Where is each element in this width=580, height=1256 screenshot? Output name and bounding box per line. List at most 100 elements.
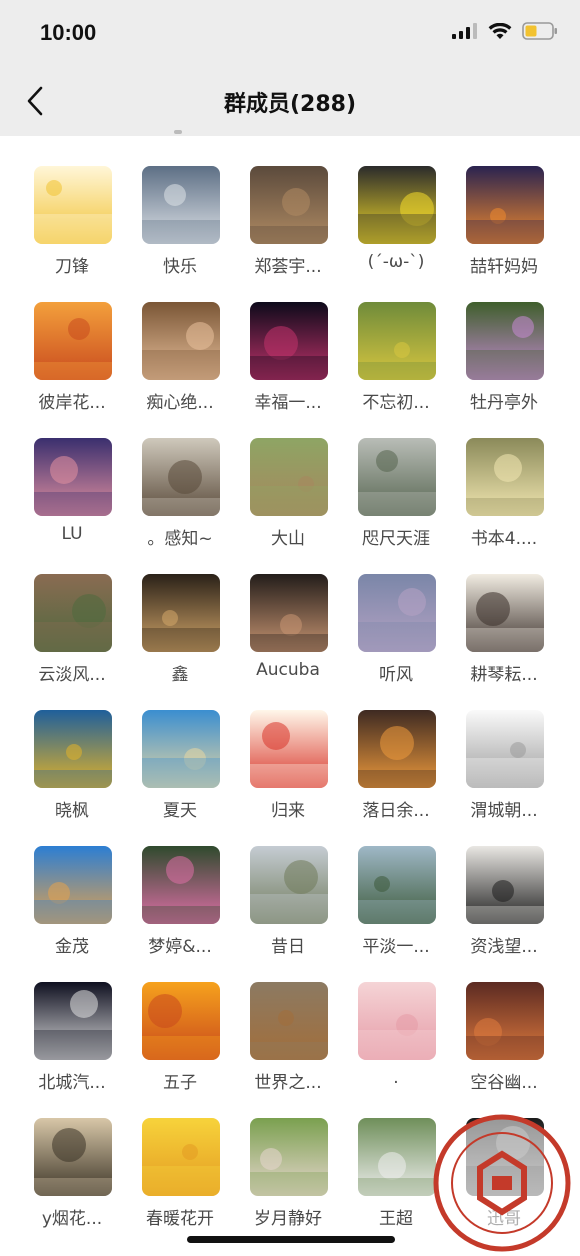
member-item[interactable]: 金茂 [18, 846, 126, 957]
member-item[interactable]: 落日余... [342, 710, 450, 821]
forest-light-avatar [466, 438, 544, 516]
smiling-child-avatar [142, 302, 220, 380]
member-item[interactable]: (´-ω-`) [342, 166, 450, 276]
palm-sunset-avatar [34, 302, 112, 380]
sea-sunset-avatar [358, 710, 436, 788]
member-name: Aucuba [256, 660, 320, 680]
member-name: 归来 [271, 801, 305, 821]
pink-blossom-avatar [358, 982, 436, 1060]
gourd-avatar [250, 982, 328, 1060]
member-item[interactable]: 大山 [234, 438, 342, 549]
member-name: 牡丹亭外 [470, 393, 538, 413]
child-outdoor-avatar [250, 1118, 328, 1196]
member-item[interactable]: 郑荟宇... [234, 166, 342, 277]
member-name: 鑫 [171, 665, 189, 685]
member-name: 王超 [379, 1209, 413, 1229]
girl-sunflower-avatar [34, 710, 112, 788]
member-item[interactable]: 昔日 [234, 846, 342, 957]
golden-sunrise-avatar [142, 982, 220, 1060]
member-name: LU [61, 524, 83, 544]
wifi-icon [488, 22, 512, 44]
member-name: 梦婷&... [148, 937, 212, 957]
member-name: 书本4.... [470, 529, 538, 549]
member-item[interactable]: 刀锋 [18, 166, 126, 277]
member-item[interactable]: 五子 [126, 982, 234, 1093]
cellular-signal-icon [452, 23, 478, 43]
member-item[interactable]: 夏天 [126, 710, 234, 821]
member-name: 彼岸花... [38, 393, 106, 413]
member-item[interactable]: 鑫 [126, 574, 234, 685]
member-item[interactable]: 喆轩妈妈 [450, 166, 558, 277]
member-name: 平淡一... [362, 937, 430, 957]
member-item[interactable]: 归来 [234, 710, 342, 821]
member-item[interactable]: Aucuba [234, 574, 342, 684]
member-name: 。感知~ [147, 529, 213, 549]
member-item[interactable]: 彼岸花... [18, 302, 126, 413]
member-item[interactable]: 空谷幽... [450, 982, 558, 1093]
member-item[interactable]: 咫尺天涯 [342, 438, 450, 549]
bull-statue-avatar [466, 846, 544, 924]
member-name: . [393, 1068, 399, 1088]
member-item[interactable]: 晓枫 [18, 710, 126, 821]
member-item[interactable]: 平淡一... [342, 846, 450, 957]
flower-garden-avatar [142, 846, 220, 924]
member-name: 听风 [379, 665, 413, 685]
new-year-cartoon-avatar [250, 710, 328, 788]
status-icons [452, 22, 558, 44]
nav-bar: 群成员(288) [0, 70, 580, 136]
member-item[interactable]: 痴心绝... [126, 302, 234, 413]
member-item[interactable]: 不忘初... [342, 302, 450, 413]
tropical-beach-avatar [142, 710, 220, 788]
person-avatar [466, 1118, 544, 1196]
member-name: 咫尺天涯 [362, 529, 430, 549]
member-item[interactable]: 王超 [342, 1118, 450, 1229]
sun-face-avatar [142, 1118, 220, 1196]
member-item[interactable]: 春暖花开 [126, 1118, 234, 1229]
member-item[interactable]: 听风 [342, 574, 450, 685]
member-item[interactable]: 迅哥 [450, 1118, 558, 1229]
member-item[interactable]: 云淡风... [18, 574, 126, 685]
status-bar: 10:00 [0, 0, 580, 70]
lobby-interior-avatar [142, 574, 220, 652]
member-name: 空谷幽... [470, 1073, 538, 1093]
member-name: 快乐 [163, 257, 197, 277]
member-item[interactable]: 北城汽... [18, 982, 126, 1093]
member-name: 云淡风... [38, 665, 106, 685]
car-banner-avatar [34, 982, 112, 1060]
man-in-office-avatar [250, 166, 328, 244]
member-item[interactable]: 资浅望... [450, 846, 558, 957]
stone-bridge-avatar [358, 846, 436, 924]
member-item[interactable]: 岁月静好 [234, 1118, 342, 1229]
member-item[interactable]: 牡丹亭外 [450, 302, 558, 413]
member-item[interactable]: 世界之... [234, 982, 342, 1093]
member-name: y烟花... [41, 1209, 103, 1229]
member-item[interactable]: y烟花... [18, 1118, 126, 1229]
member-item[interactable]: . [342, 982, 450, 1092]
ink-tree-avatar [466, 710, 544, 788]
member-item[interactable]: 耕琴耘... [450, 574, 558, 685]
member-name: 痴心绝... [146, 393, 214, 413]
member-item[interactable]: 渭城朝... [450, 710, 558, 821]
beach-palm-avatar [34, 438, 112, 516]
desert-hiker-avatar [34, 846, 112, 924]
member-name: 喆轩妈妈 [470, 257, 538, 277]
member-item[interactable]: LU [18, 438, 126, 548]
cloudy-sky-avatar [142, 166, 220, 244]
member-name: 岁月静好 [254, 1209, 322, 1229]
member-name: (´-ω-`) [367, 252, 425, 272]
rock-cliff-avatar [34, 574, 112, 652]
city-road-avatar [358, 574, 436, 652]
member-item[interactable]: 书本4.... [450, 438, 558, 549]
member-name: 渭城朝... [470, 801, 538, 821]
status-time: 10:00 [40, 20, 97, 45]
bamboo-painting-avatar [34, 1118, 112, 1196]
member-name: 晓枫 [55, 801, 89, 821]
mountain-trail-avatar [250, 438, 328, 516]
member-name: 幸福一... [254, 393, 322, 413]
member-item[interactable]: 幸福一... [234, 302, 342, 413]
member-item[interactable]: 。感知~ [126, 438, 234, 549]
member-item[interactable]: 快乐 [126, 166, 234, 277]
member-item[interactable]: 梦婷&... [126, 846, 234, 957]
misty-mountain-avatar [358, 438, 436, 516]
member-name: 北城汽... [38, 1073, 106, 1093]
